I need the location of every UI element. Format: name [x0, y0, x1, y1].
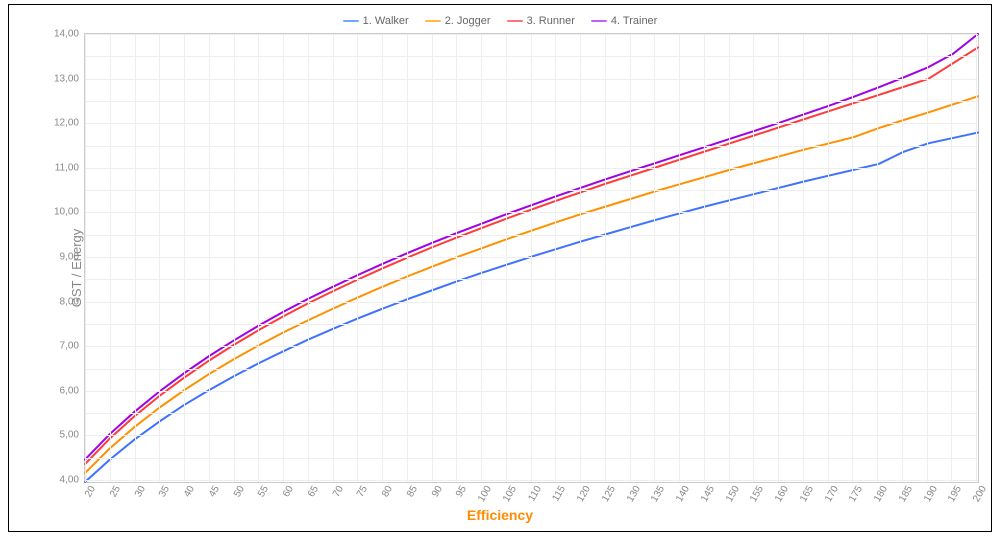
- x-tick: 185: [895, 483, 915, 504]
- x-tick: 55: [254, 483, 271, 499]
- x-tick: 65: [304, 483, 321, 499]
- y-tick: 5,00: [60, 430, 85, 441]
- x-tick: 95: [452, 483, 469, 499]
- x-tick: 125: [598, 483, 618, 504]
- x-tick: 45: [205, 483, 222, 499]
- x-tick: 140: [672, 483, 692, 504]
- legend-item-3[interactable]: 4. Trainer: [591, 15, 657, 27]
- x-tick: 150: [722, 483, 742, 504]
- x-tick: 165: [796, 483, 816, 504]
- x-tick: 175: [846, 483, 866, 504]
- y-tick: 13,00: [54, 73, 85, 84]
- x-tick: 35: [155, 483, 172, 499]
- x-tick: 25: [106, 483, 123, 499]
- series-1: [85, 96, 978, 473]
- plot-area: 4,005,006,007,008,009,0010,0011,0012,001…: [84, 33, 979, 483]
- legend-swatch: [507, 20, 523, 22]
- legend-label: 2. Jogger: [445, 15, 491, 27]
- legend-label: 1. Walker: [363, 15, 409, 27]
- x-tick: 160: [771, 483, 791, 504]
- series-0: [85, 133, 978, 482]
- legend-swatch: [425, 20, 441, 22]
- y-tick: 6,00: [60, 385, 85, 396]
- y-tick: 8,00: [60, 296, 85, 307]
- y-tick: 10,00: [54, 207, 85, 218]
- x-tick: 195: [945, 483, 965, 504]
- legend-label: 4. Trainer: [611, 15, 657, 27]
- x-axis-label: Efficiency: [9, 507, 991, 523]
- legend-item-2[interactable]: 3. Runner: [507, 15, 575, 27]
- y-tick: 11,00: [55, 162, 85, 173]
- x-tick: 75: [353, 483, 370, 499]
- x-tick: 40: [180, 483, 197, 499]
- x-tick: 130: [623, 483, 643, 504]
- x-tick: 145: [697, 483, 717, 504]
- y-tick: 12,00: [54, 118, 85, 129]
- x-tick: 190: [920, 483, 940, 504]
- y-tick: 14,00: [54, 29, 85, 40]
- x-tick: 70: [329, 483, 346, 499]
- y-tick: 7,00: [60, 341, 85, 352]
- y-tick: 9,00: [60, 252, 85, 263]
- x-tick: 30: [131, 483, 148, 499]
- x-tick: 60: [279, 483, 296, 499]
- x-tick: 120: [573, 483, 593, 504]
- y-tick: 4,00: [60, 475, 85, 486]
- legend: 1. Walker 2. Jogger 3. Runner 4. Trainer: [9, 13, 991, 27]
- chart-container: 1. Walker2. Jogger3. Runner4. Trainer Un…: [8, 4, 992, 532]
- x-tick: 115: [549, 483, 568, 503]
- x-tick: 85: [403, 483, 420, 499]
- x-tick: 90: [428, 483, 445, 499]
- x-tick: 170: [821, 483, 841, 504]
- x-tick: 110: [524, 483, 543, 503]
- x-tick: 155: [747, 483, 767, 504]
- legend-swatch: [591, 20, 607, 22]
- x-tick: 180: [870, 483, 890, 504]
- legend-swatch: [343, 20, 359, 22]
- x-tick: 135: [648, 483, 668, 504]
- x-tick: 200: [969, 483, 989, 504]
- x-tick: 105: [499, 483, 519, 504]
- legend-item-1[interactable]: 2. Jogger: [425, 15, 491, 27]
- series-3: [85, 34, 978, 460]
- x-tick: 50: [230, 483, 247, 499]
- x-tick: 100: [474, 483, 494, 504]
- legend-label: 3. Runner: [527, 15, 575, 27]
- x-tick: 80: [378, 483, 395, 499]
- legend-item-0[interactable]: 1. Walker: [343, 15, 409, 27]
